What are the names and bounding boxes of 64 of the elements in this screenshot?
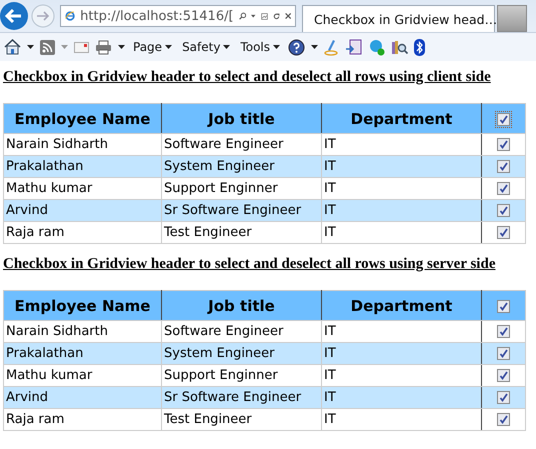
table-cell: Prakalathan bbox=[4, 342, 162, 364]
toolbar-menu[interactable]: Page bbox=[131, 40, 174, 54]
home-icon[interactable] bbox=[4, 39, 21, 55]
column-header: Department bbox=[322, 104, 482, 134]
column-header: Employee Name bbox=[4, 104, 162, 134]
document-icon[interactable] bbox=[345, 38, 362, 56]
column-header: Department bbox=[322, 290, 482, 320]
table-cell: System Engineer bbox=[162, 156, 322, 178]
table-cell: Raja ram bbox=[4, 408, 162, 430]
table-cell: Test Engineer bbox=[162, 408, 322, 430]
table-cell: Arvind bbox=[4, 386, 162, 408]
table-cell: IT bbox=[322, 156, 482, 178]
table-cell: Test Engineer bbox=[162, 222, 322, 244]
section-heading: Checkbox in Gridview header to select and deselect all rows using client side bbox=[3, 69, 492, 86]
row-checkbox[interactable] bbox=[497, 204, 510, 217]
section-heading: Checkbox in Gridview header to select and deselect all rows using server side bbox=[3, 256, 496, 273]
caret-icon[interactable] bbox=[251, 14, 256, 18]
table-cell: Sr Software Engineer bbox=[162, 200, 322, 222]
toolbar-menu[interactable]: Tools bbox=[238, 40, 282, 54]
table-cell: System Engineer bbox=[162, 342, 322, 364]
row-checkbox[interactable] bbox=[497, 226, 510, 239]
table-cell: Arvind bbox=[4, 200, 162, 222]
row-checkbox[interactable] bbox=[497, 368, 510, 382]
books-icon[interactable] bbox=[391, 38, 408, 56]
caret-icon bbox=[273, 44, 280, 50]
table-cell: Sr Software Engineer bbox=[162, 386, 322, 408]
caret-icon bbox=[223, 44, 230, 50]
close-icon[interactable] bbox=[284, 11, 291, 21]
chat-icon[interactable] bbox=[368, 38, 386, 56]
row-checkbox[interactable] bbox=[497, 138, 510, 151]
bluetooth-icon[interactable] bbox=[414, 38, 426, 56]
row-checkbox[interactable] bbox=[497, 390, 510, 404]
table-cell: IT bbox=[322, 222, 482, 244]
table-cell: Prakalathan bbox=[4, 156, 162, 178]
row-checkbox[interactable] bbox=[497, 182, 510, 195]
toolbar-menu[interactable]: Safety bbox=[180, 40, 232, 54]
caret-icon[interactable] bbox=[118, 44, 125, 50]
caret-icon bbox=[165, 44, 172, 50]
printer-icon[interactable] bbox=[95, 40, 112, 54]
table-cell: IT bbox=[322, 386, 482, 408]
table-cell: IT bbox=[322, 408, 482, 430]
back-icon[interactable] bbox=[0, 1, 29, 31]
search-icon[interactable] bbox=[238, 10, 246, 22]
help-icon[interactable] bbox=[288, 38, 306, 56]
select-all-checkbox[interactable] bbox=[497, 300, 510, 313]
table-cell: IT bbox=[322, 342, 482, 364]
pen-icon[interactable] bbox=[324, 38, 340, 56]
row-checkbox[interactable] bbox=[497, 160, 510, 173]
column-header: Employee Name bbox=[4, 290, 162, 320]
feed-icon[interactable] bbox=[40, 40, 55, 54]
row-checkbox[interactable] bbox=[497, 346, 510, 360]
caret-icon[interactable] bbox=[311, 44, 318, 50]
address-bar[interactable]: http://localhost:51416/[ bbox=[60, 5, 296, 27]
table-cell: Raja ram bbox=[4, 222, 162, 244]
column-header: Job title bbox=[162, 104, 322, 134]
row-checkbox[interactable] bbox=[497, 412, 510, 426]
caret-icon[interactable] bbox=[27, 44, 34, 50]
row-checkbox[interactable] bbox=[497, 324, 510, 338]
column-header: Job title bbox=[162, 290, 322, 320]
compatibility-icon[interactable] bbox=[260, 10, 268, 22]
mail-icon[interactable] bbox=[74, 42, 89, 52]
refresh-icon[interactable] bbox=[272, 10, 280, 22]
table-cell: IT bbox=[322, 200, 482, 222]
browser-tab[interactable]: Checkbox in Gridview head… bbox=[302, 5, 495, 32]
